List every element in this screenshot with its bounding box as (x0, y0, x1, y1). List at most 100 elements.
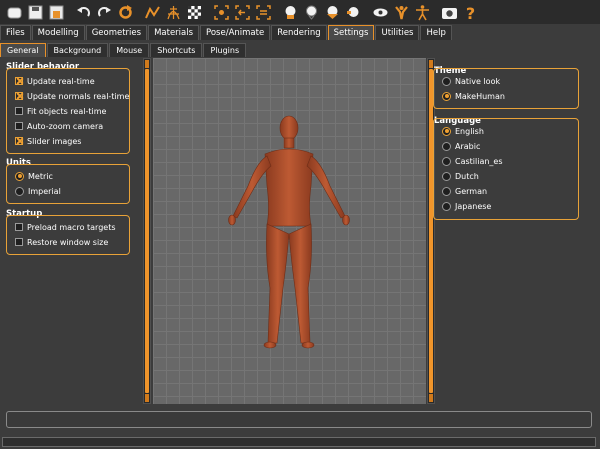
subtab-shortcuts[interactable]: Shortcuts (150, 43, 203, 57)
radio-mark (442, 186, 451, 196)
radio-mark (442, 91, 451, 101)
status-bar (6, 411, 592, 428)
radio-mark (15, 186, 24, 196)
left-view-icon[interactable] (282, 4, 299, 21)
checkbox-mark (15, 92, 23, 100)
language-english-radio[interactable]: English (442, 125, 484, 137)
option-label: Auto-zoom camera (27, 121, 104, 131)
wireframe-icon[interactable] (165, 4, 182, 21)
side-view-icon[interactable] (255, 4, 272, 21)
checkbox-mark (15, 77, 23, 85)
option-label: Slider images (27, 136, 82, 146)
option-label: English (455, 126, 484, 136)
smooth-icon[interactable] (144, 4, 161, 21)
redo-icon[interactable] (96, 4, 113, 21)
option-label: Dutch (455, 171, 479, 181)
tab-utilities[interactable]: Utilities (375, 25, 420, 40)
toolbar: ? (0, 0, 600, 24)
update-normals-checkbox[interactable]: Update normals real-time (15, 90, 129, 102)
theme-group: Native look MakeHuman (433, 68, 579, 109)
help-icon[interactable]: ? (462, 4, 479, 21)
3d-viewport[interactable] (153, 58, 426, 404)
language-dutch-radio[interactable]: Dutch (442, 170, 479, 182)
option-label: Arabic (455, 141, 481, 151)
scroll-thumb[interactable] (145, 69, 149, 393)
tab-pose-animate[interactable]: Pose/Animate (200, 25, 271, 40)
update-realtime-checkbox[interactable]: Update real-time (15, 75, 95, 87)
subtab-general[interactable]: General (0, 43, 46, 57)
language-castilian-radio[interactable]: Castilian_es (442, 155, 503, 167)
checkbox-mark (15, 223, 23, 231)
checkbox-mark (15, 137, 23, 145)
option-label: MakeHuman (455, 91, 505, 101)
language-group: English Arabic Castilian_es Dutch German… (433, 118, 579, 220)
radio-mark (442, 201, 451, 211)
subtab-background[interactable]: Background (46, 43, 109, 57)
right-panel-scrollbar[interactable] (427, 58, 435, 404)
native-look-radio[interactable]: Native look (442, 75, 500, 87)
subtab-plugins[interactable]: Plugins (203, 43, 247, 57)
progress-bar (2, 437, 596, 447)
scroll-down-arrow[interactable] (145, 394, 149, 402)
tab-rendering[interactable]: Rendering (271, 25, 327, 40)
right-view-icon[interactable] (303, 4, 320, 21)
checkbox-mark (15, 107, 23, 115)
preload-macro-checkbox[interactable]: Preload macro targets (15, 221, 116, 233)
slider-images-checkbox[interactable]: Slider images (15, 135, 81, 147)
option-label: Restore window size (27, 237, 109, 247)
option-label: Fit objects real-time (27, 106, 107, 116)
option-label: Japanese (455, 201, 492, 211)
export-icon[interactable] (48, 4, 65, 21)
back-view-icon[interactable] (234, 4, 251, 21)
tab-geometries[interactable]: Geometries (85, 25, 148, 40)
auto-zoom-checkbox[interactable]: Auto-zoom camera (15, 120, 103, 132)
option-label: Update normals real-time (27, 91, 130, 101)
tab-settings[interactable]: Settings (327, 25, 375, 40)
figure-icon[interactable] (414, 4, 431, 21)
bottom-view-icon[interactable] (345, 4, 362, 21)
skeleton-icon[interactable] (393, 4, 410, 21)
subtab-mouse[interactable]: Mouse (109, 43, 150, 57)
radio-mark (442, 126, 451, 136)
main-tab-bar: Files Modelling Geometries Materials Pos… (0, 25, 600, 40)
left-panel-scrollbar[interactable] (143, 58, 151, 404)
restore-window-checkbox[interactable]: Restore window size (15, 236, 108, 248)
option-label: Castilian_es (455, 156, 503, 166)
slider-behavior-group: Update real-time Update normals real-tim… (6, 68, 130, 154)
imperial-radio[interactable]: Imperial (15, 185, 61, 197)
language-japanese-radio[interactable]: Japanese (442, 200, 491, 212)
scroll-down-arrow[interactable] (429, 394, 433, 402)
fit-objects-checkbox[interactable]: Fit objects real-time (15, 105, 106, 117)
tab-modelling[interactable]: Modelling (31, 25, 85, 40)
metric-radio[interactable]: Metric (15, 170, 53, 182)
scroll-up-arrow[interactable] (429, 60, 433, 68)
scroll-thumb[interactable] (429, 69, 433, 393)
option-label: Metric (28, 171, 53, 181)
units-group: Metric Imperial (6, 164, 130, 204)
option-label: Imperial (28, 186, 61, 196)
option-label: Update real-time (27, 76, 95, 86)
tab-help[interactable]: Help (420, 25, 452, 40)
radio-mark (15, 171, 24, 181)
front-view-icon[interactable] (213, 4, 230, 21)
option-label: Preload macro targets (27, 222, 116, 232)
option-label: Native look (455, 76, 501, 86)
human-model (228, 115, 350, 349)
new-file-icon[interactable] (6, 4, 23, 21)
makehuman-theme-radio[interactable]: MakeHuman (442, 90, 505, 102)
svg-text:?: ? (466, 4, 475, 21)
background-icon[interactable] (186, 4, 203, 21)
reset-icon[interactable] (117, 4, 134, 21)
save-icon[interactable] (27, 4, 44, 21)
pose-icon[interactable] (372, 4, 389, 21)
screenshot-icon[interactable] (441, 4, 458, 21)
tab-materials[interactable]: Materials (148, 25, 200, 40)
scroll-up-arrow[interactable] (145, 60, 149, 68)
language-german-radio[interactable]: German (442, 185, 487, 197)
tab-files[interactable]: Files (0, 25, 31, 40)
top-view-icon[interactable] (324, 4, 341, 21)
undo-icon[interactable] (75, 4, 92, 21)
radio-mark (442, 156, 451, 166)
language-arabic-radio[interactable]: Arabic (442, 140, 480, 152)
radio-mark (442, 76, 451, 86)
